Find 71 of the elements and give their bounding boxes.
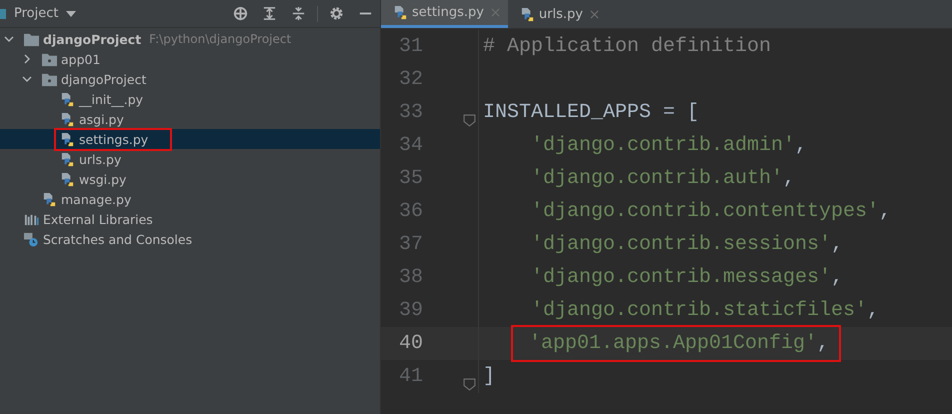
python-file-icon [60, 112, 75, 126]
tree-item-label: djangoProject [61, 72, 146, 86]
tree-item[interactable]: wsgi.py [0, 169, 380, 189]
tree-item-label: Scratches and Consoles [43, 232, 192, 246]
python-file-icon [60, 152, 75, 166]
line-number: 32 [398, 68, 423, 91]
settings-icon[interactable] [329, 6, 344, 21]
line-number: 39 [398, 299, 423, 322]
editor-tab[interactable]: settings.py [381, 0, 508, 28]
code-line: 'django.contrib.admin', [530, 133, 808, 159]
line-number: 36 [398, 200, 423, 223]
line-number: 35 [398, 167, 423, 190]
code-line: INSTALLED_APPS = [ [482, 100, 700, 126]
code-line: ] [482, 364, 496, 390]
panel-title[interactable]: Project [14, 6, 58, 21]
line-number: 40 [398, 332, 423, 355]
tree-item-label: app01 [61, 52, 100, 66]
chevron-right-icon[interactable] [22, 54, 32, 64]
python-file-icon [60, 92, 75, 106]
module-folder-icon [42, 72, 57, 86]
tree-item[interactable]: External Libraries [0, 209, 380, 229]
tree-item-label: asgi.py [79, 112, 124, 126]
module-folder-icon [42, 52, 57, 66]
code-line: 'django.contrib.messages', [530, 265, 844, 291]
tree-item-label: djangoProject [43, 32, 142, 46]
line-number: 34 [398, 134, 423, 157]
panel-icon [0, 8, 8, 20]
tab-label: settings.py [412, 5, 484, 20]
line-number: 33 [398, 101, 423, 124]
code-line: # Application definition [482, 34, 772, 60]
tree-item-label: urls.py [79, 152, 122, 166]
line-number: 38 [398, 266, 423, 289]
collapse-all-icon[interactable] [291, 6, 306, 21]
tree-item[interactable]: djangoProject [0, 69, 380, 89]
chevron-down-icon[interactable] [22, 74, 32, 84]
tree-item-label: wsgi.py [79, 172, 126, 186]
tree-item[interactable]: app01 [0, 49, 380, 69]
tree-item[interactable]: djangoProject F:\python\djangoProject [0, 29, 380, 49]
crosshair-icon[interactable] [233, 6, 248, 21]
tree-item[interactable]: settings.py [0, 129, 380, 149]
tree-item[interactable]: manage.py [0, 189, 380, 209]
python-file-icon [60, 132, 75, 146]
editor-tab[interactable]: urls.py [508, 0, 607, 28]
code-line: 'django.contrib.auth', [530, 166, 796, 192]
code-line: 'django.contrib.sessions', [530, 232, 844, 258]
tree-item-label: settings.py [79, 132, 148, 146]
tree-item-label: __init__.py [79, 92, 144, 106]
python-file-icon [42, 192, 57, 206]
caret-icon[interactable] [66, 10, 76, 16]
tree-item-label: manage.py [61, 192, 132, 206]
tab-label: urls.py [538, 6, 583, 22]
scratches-icon [24, 232, 39, 246]
line-number: 37 [398, 233, 423, 256]
fold-icon[interactable] [463, 378, 476, 391]
tree-item[interactable]: __init__.py [0, 89, 380, 109]
line-number: 31 [398, 35, 423, 58]
tree-item[interactable]: Scratches and Consoles [0, 229, 380, 249]
python-file-icon [60, 172, 75, 186]
tree-item[interactable]: urls.py [0, 149, 380, 169]
project-path: F:\python\djangoProject [149, 32, 292, 46]
tree-item[interactable]: asgi.py [0, 109, 380, 129]
expand-all-icon[interactable] [262, 6, 277, 21]
code-line: 'django.contrib.staticfiles', [530, 298, 880, 324]
code-line: 'django.contrib.contenttypes', [530, 199, 892, 225]
tree-item-label: External Libraries [43, 212, 153, 226]
python-file-icon [393, 5, 408, 20]
fold-icon[interactable] [463, 114, 476, 127]
line-number: 41 [398, 365, 423, 388]
folder-icon [24, 32, 39, 46]
python-file-icon [520, 6, 535, 22]
chevron-down-icon[interactable] [4, 34, 14, 44]
